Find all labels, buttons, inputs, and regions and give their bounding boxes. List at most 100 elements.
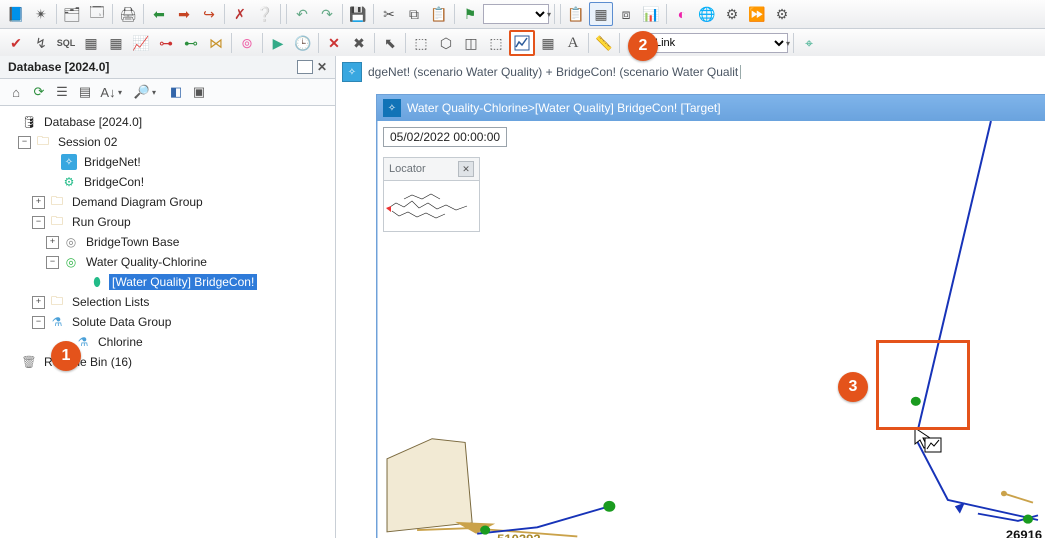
chart-icon[interactable]: ◐ [670,2,694,26]
validate-icon[interactable]: ✔ [4,31,28,55]
pin-icon[interactable]: ✗ [228,2,252,26]
toolbar-combo-empty[interactable] [483,4,549,24]
geoplan-area: ✧ dgeNet! (scenario Water Quality) + Bri… [336,56,1045,538]
delete-icon[interactable]: ✕ [322,31,346,55]
tree-session[interactable]: Session 02 [55,134,120,150]
expander-icon[interactable]: − [18,136,31,149]
separator [374,33,375,53]
toolbar-icon[interactable]: 🗔 [85,2,109,26]
panel-restore-icon[interactable] [297,60,313,74]
db-icon: 🛢 [21,114,37,130]
map-canvas[interactable]: 510292 26916 [377,121,1045,538]
select-poly-icon[interactable]: ⬡ [434,31,458,55]
trace-icon[interactable]: ↯ [29,31,53,55]
separator [554,4,555,24]
separator [793,33,794,53]
text-icon[interactable]: A [561,31,585,55]
expander-icon[interactable]: − [32,316,45,329]
select-rect-icon[interactable]: ⬚ [409,31,433,55]
node-icon[interactable]: ⊶ [154,31,178,55]
arrow-right-icon[interactable]: ➡ [172,2,196,26]
toolbar-icon[interactable]: ✴ [29,2,53,26]
callout-1: 1 [51,341,81,371]
link-combo[interactable]: Link [648,33,788,53]
tree-bridgecon[interactable]: BridgeCon! [81,174,147,190]
help-icon[interactable]: ❔ [253,2,277,26]
dropdown-icon: ▾ [786,39,790,48]
separator [112,4,113,24]
paste-icon[interactable]: 📋 [427,2,451,26]
props-icon[interactable]: 📋 [564,2,588,26]
save-icon[interactable]: 💾 [346,2,370,26]
separator [286,4,287,24]
sort-icon[interactable]: A↓ [98,82,118,102]
tool1-icon[interactable]: ◧ [166,82,186,102]
tree-sellists[interactable]: Selection Lists [69,294,152,310]
listview-icon[interactable]: ☰ [52,82,72,102]
gear-icon[interactable]: ⚙ [720,2,744,26]
tree-selected-item[interactable]: [Water Quality] BridgeCon! [109,274,257,290]
select-lasso-icon[interactable]: ◫ [459,31,483,55]
geoplan-tab[interactable]: ✧ dgeNet! (scenario Water Quality) + Bri… [336,56,1045,86]
tree-wqchlorine[interactable]: Water Quality-Chlorine [83,254,210,270]
expander-icon[interactable]: − [32,216,45,229]
home-icon[interactable]: ⌂ [6,82,26,102]
toolbar-icon[interactable]: 🗂 [60,2,84,26]
grid-sel-icon[interactable]: ▦ [536,31,560,55]
toolbar-icon[interactable]: 📘 [4,2,28,26]
tree-solute[interactable]: Solute Data Group [69,314,174,330]
main-toolbar-1: 📘 ✴ 🗂 🗔 🖨 ⬅ ➡ ↪ ✗ ❔ ↶ ↷ 💾 ✂ ⧉ 📋 ⚑ ▾ 📋 ▦ … [0,0,1045,29]
layers-icon[interactable]: ⧈ [614,2,638,26]
expander-icon[interactable]: + [32,296,45,309]
expander-icon[interactable]: − [46,256,59,269]
panel-close-icon[interactable]: ✕ [317,60,327,74]
dropdown-icon: ▾ [152,88,156,97]
sql-icon[interactable]: SQL [54,31,78,55]
recycle-icon: 🗑 [21,354,37,370]
undo-icon[interactable]: ↶ [290,2,314,26]
pointer-icon[interactable]: ⬉ [378,31,402,55]
delete2-icon[interactable]: ✖ [347,31,371,55]
gears-icon[interactable]: ⚙ [770,2,794,26]
tree-demand[interactable]: Demand Diagram Group [69,194,206,210]
theme-icon[interactable]: 📊 [639,2,663,26]
arrow-out-icon[interactable]: ↪ [197,2,221,26]
grid2-icon[interactable]: ▦ [104,31,128,55]
tree-bridgenet[interactable]: BridgeNet! [81,154,144,170]
expander-icon[interactable]: + [46,236,59,249]
target-icon[interactable]: ⌖ [797,31,821,55]
expander-icon[interactable]: + [32,196,45,209]
opts-icon[interactable]: ⊚ [235,31,259,55]
tree-chlorine[interactable]: Chlorine [95,334,146,350]
copy-icon[interactable]: ⧉ [402,2,426,26]
flag-icon[interactable]: ⚑ [458,2,482,26]
tree-btbase[interactable]: BridgeTown Base [83,234,182,250]
database-tree[interactable]: 🛢 Database [2024.0] − 🗀 Session 02 ✧ Bri… [0,106,335,538]
detail-icon[interactable]: ▤ [75,82,95,102]
find-icon[interactable]: 🔎 [132,82,152,102]
panel-title-text: Database [2024.0] [8,60,109,74]
tool2-icon[interactable]: ▣ [189,82,209,102]
refresh-icon[interactable]: ⟳ [29,82,49,102]
grid-icon[interactable]: ▦ [79,31,103,55]
graph-pick-button[interactable] [509,30,535,56]
globe-icon[interactable]: 🌐 [695,2,719,26]
select-link-icon[interactable]: ⬚ [484,31,508,55]
folder-icon: 🗀 [35,134,51,150]
run-icon[interactable]: ▶ [266,31,290,55]
cut-icon[interactable]: ✂ [377,2,401,26]
map-window-title[interactable]: ✧ Water Quality-Chlorine>[Water Quality]… [377,95,1045,121]
run-icon: ◎ [63,234,79,250]
step-icon[interactable]: ⏩ [745,2,769,26]
chart2-icon[interactable]: 📈 [129,31,153,55]
valve-icon[interactable]: ⋈ [204,31,228,55]
tree-root[interactable]: Database [2024.0] [41,114,145,130]
node2-icon[interactable]: ⊷ [179,31,203,55]
redo-icon[interactable]: ↷ [315,2,339,26]
ruler-icon[interactable]: 📏 [592,31,616,55]
clock-icon[interactable]: 🕒 [291,31,315,55]
grid-select-icon[interactable]: ▦ [589,2,613,26]
arrow-left-icon[interactable]: ⬅ [147,2,171,26]
tree-rungroup[interactable]: Run Group [69,214,134,230]
print-icon[interactable]: 🖨 [116,2,140,26]
